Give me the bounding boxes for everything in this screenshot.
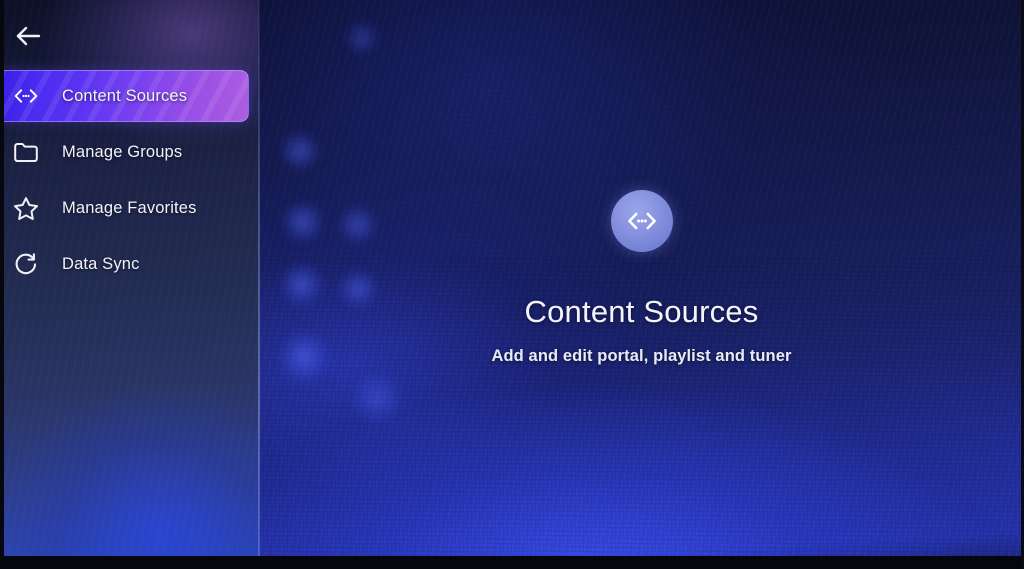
sidebar-divider: [258, 0, 260, 556]
screen-left-bezel: [0, 0, 4, 569]
sidebar-item-manage-favorites[interactable]: Manage Favorites: [0, 182, 259, 234]
sidebar-item-label: Content Sources: [62, 86, 188, 105]
back-arrow-icon: [16, 26, 41, 46]
folder-icon: [0, 141, 52, 163]
sidebar-item-label: Data Sync: [62, 254, 140, 273]
sidebar-item-content-sources[interactable]: Content Sources: [0, 70, 249, 122]
screen-bottom-bezel: [0, 556, 1024, 569]
sidebar: Content Sources Manage Groups Manage Fav…: [0, 0, 259, 556]
sidebar-item-label: Manage Groups: [62, 142, 183, 161]
main-content-panel: Content Sources Add and edit portal, pla…: [259, 0, 1024, 556]
tv-screen: Content Sources Add and edit portal, pla…: [0, 0, 1024, 569]
star-icon: [0, 196, 52, 221]
sidebar-nav: Content Sources Manage Groups Manage Fav…: [0, 70, 259, 290]
page-subtitle: Add and edit portal, playlist and tuner: [491, 347, 792, 365]
sidebar-item-manage-groups[interactable]: Manage Groups: [0, 126, 259, 178]
back-button[interactable]: [8, 18, 48, 54]
empty-state: Content Sources Add and edit portal, pla…: [259, 0, 1024, 556]
refresh-icon: [0, 252, 52, 277]
page-title: Content Sources: [524, 294, 759, 329]
code-brackets-icon: [0, 88, 52, 104]
sidebar-item-label: Manage Favorites: [62, 198, 197, 217]
sidebar-item-data-sync[interactable]: Data Sync: [0, 238, 259, 290]
code-brackets-icon: [627, 212, 656, 230]
content-sources-hero-icon: [610, 190, 673, 252]
